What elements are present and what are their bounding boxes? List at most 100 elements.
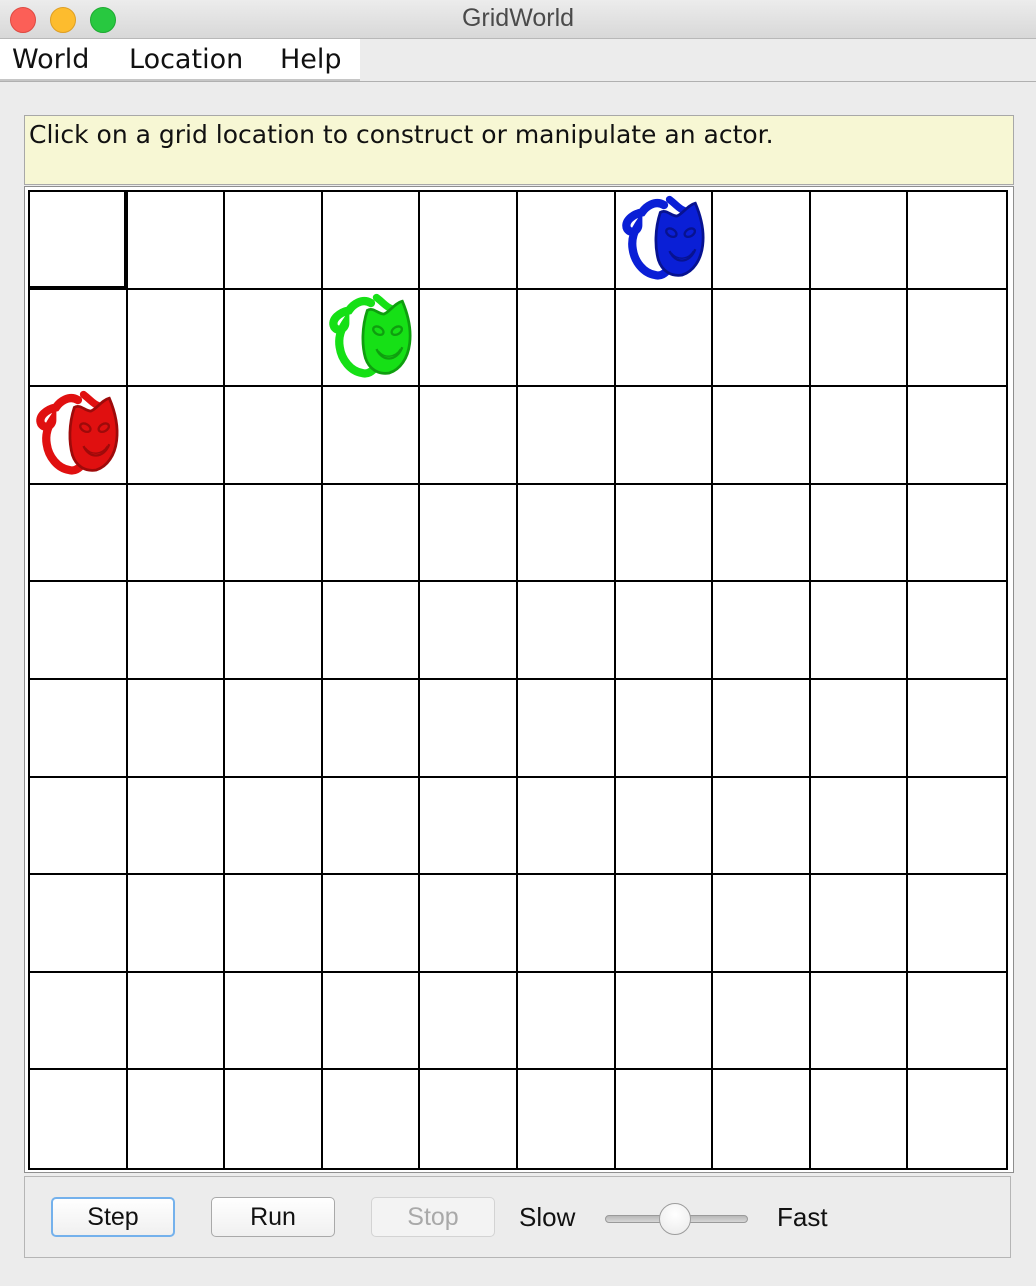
grid-cell[interactable] [420, 192, 518, 290]
grid-cell[interactable] [30, 387, 128, 485]
grid-cell[interactable] [30, 1070, 128, 1168]
mask-icon[interactable] [618, 194, 710, 286]
grid-cell[interactable] [225, 582, 323, 680]
grid-cell[interactable] [127, 387, 226, 485]
grid-cell[interactable] [420, 289, 518, 388]
grid-cell[interactable] [420, 875, 518, 973]
grid-cell[interactable] [713, 289, 811, 388]
grid-cell[interactable] [713, 1070, 811, 1168]
run-button[interactable]: Run [211, 1197, 335, 1237]
grid-cell[interactable] [908, 387, 1006, 485]
grid-cell[interactable] [322, 192, 421, 290]
grid-cell[interactable] [225, 484, 323, 583]
grid-cell[interactable] [322, 289, 421, 388]
grid-cell[interactable] [615, 972, 714, 1071]
grid-cell[interactable] [908, 680, 1006, 778]
grid-cell[interactable] [517, 387, 616, 485]
grid-cell[interactable] [517, 582, 616, 680]
grid-cell[interactable] [615, 679, 714, 778]
grid-cell[interactable] [517, 875, 616, 973]
grid[interactable] [28, 190, 1008, 1170]
menu-help[interactable]: Help [280, 44, 342, 75]
grid-cell[interactable] [420, 777, 518, 876]
grid-cell[interactable] [615, 387, 714, 485]
grid-cell[interactable] [908, 973, 1006, 1071]
grid-cell[interactable] [517, 679, 616, 778]
grid-cell[interactable] [517, 777, 616, 876]
grid-cell[interactable] [322, 484, 421, 583]
grid-cell[interactable] [322, 387, 421, 485]
grid-cell[interactable] [30, 582, 128, 680]
grid-cell[interactable] [225, 777, 323, 876]
grid-cell[interactable] [322, 679, 421, 778]
grid-cell[interactable] [615, 289, 714, 388]
grid-cell[interactable] [713, 777, 811, 876]
grid-cell[interactable] [420, 972, 518, 1071]
grid-cell[interactable] [420, 582, 518, 680]
grid-cell[interactable] [225, 192, 323, 290]
grid-cell[interactable] [908, 582, 1006, 680]
grid-cell[interactable] [713, 192, 811, 290]
grid-cell[interactable] [615, 777, 714, 876]
grid-cell[interactable] [518, 1070, 616, 1168]
grid-cell[interactable] [810, 192, 909, 290]
grid-cell[interactable] [322, 582, 421, 680]
grid-cell[interactable] [30, 972, 128, 1071]
grid-cell[interactable] [323, 1070, 421, 1168]
grid-cell[interactable] [322, 972, 421, 1071]
grid-cell[interactable] [810, 777, 909, 876]
grid-cell[interactable] [615, 484, 714, 583]
speed-slider-thumb[interactable] [659, 1203, 692, 1235]
mask-icon[interactable] [32, 389, 124, 481]
grid-cell[interactable] [908, 485, 1006, 583]
grid-cell[interactable] [322, 777, 421, 876]
grid-cell[interactable] [420, 1070, 518, 1168]
grid-cell[interactable] [517, 289, 616, 388]
grid-cell[interactable] [713, 972, 811, 1071]
grid-cell[interactable] [128, 1070, 226, 1168]
grid-cell[interactable] [908, 875, 1006, 973]
grid-cell[interactable] [127, 875, 226, 973]
grid-cell[interactable] [810, 484, 909, 583]
grid-cell[interactable] [225, 387, 323, 485]
grid-cell[interactable] [713, 582, 811, 680]
grid-cell[interactable] [615, 192, 714, 290]
grid-cell[interactable] [908, 778, 1006, 876]
grid-cell[interactable] [908, 192, 1006, 290]
menu-world[interactable]: World [12, 44, 89, 75]
grid-cell[interactable] [810, 679, 909, 778]
grid-cell[interactable] [908, 1070, 1006, 1168]
grid-cell[interactable] [322, 875, 421, 973]
mask-icon[interactable] [325, 292, 417, 384]
grid-cell[interactable] [810, 972, 909, 1071]
grid-cell[interactable] [30, 777, 128, 876]
grid-cell[interactable] [810, 289, 909, 388]
grid-cell[interactable] [225, 1070, 323, 1168]
grid-cell[interactable] [908, 290, 1006, 388]
grid-cell[interactable] [127, 679, 226, 778]
grid-cell[interactable] [713, 679, 811, 778]
grid-cell[interactable] [30, 679, 128, 778]
grid-cell[interactable] [810, 387, 909, 485]
grid-cell[interactable] [517, 484, 616, 583]
grid-cell[interactable] [225, 875, 323, 973]
grid-cell[interactable] [810, 875, 909, 973]
grid-cell[interactable] [713, 875, 811, 973]
grid-cell[interactable] [810, 582, 909, 680]
grid-cell[interactable] [615, 875, 714, 973]
grid-cell[interactable] [615, 582, 714, 680]
grid-cell[interactable] [127, 972, 226, 1071]
grid-cell[interactable] [517, 972, 616, 1071]
grid-cell[interactable] [517, 192, 616, 290]
grid-cell[interactable] [420, 679, 518, 778]
menu-location[interactable]: Location [129, 44, 243, 75]
grid-cell[interactable] [127, 582, 226, 680]
grid-cell[interactable] [713, 484, 811, 583]
grid-cell[interactable] [420, 484, 518, 583]
grid-cell[interactable] [30, 289, 128, 388]
grid-cell[interactable] [420, 387, 518, 485]
grid-cell[interactable] [30, 484, 128, 583]
grid-cell[interactable] [225, 972, 323, 1071]
grid-cell[interactable] [127, 484, 226, 583]
grid-cell[interactable] [225, 679, 323, 778]
